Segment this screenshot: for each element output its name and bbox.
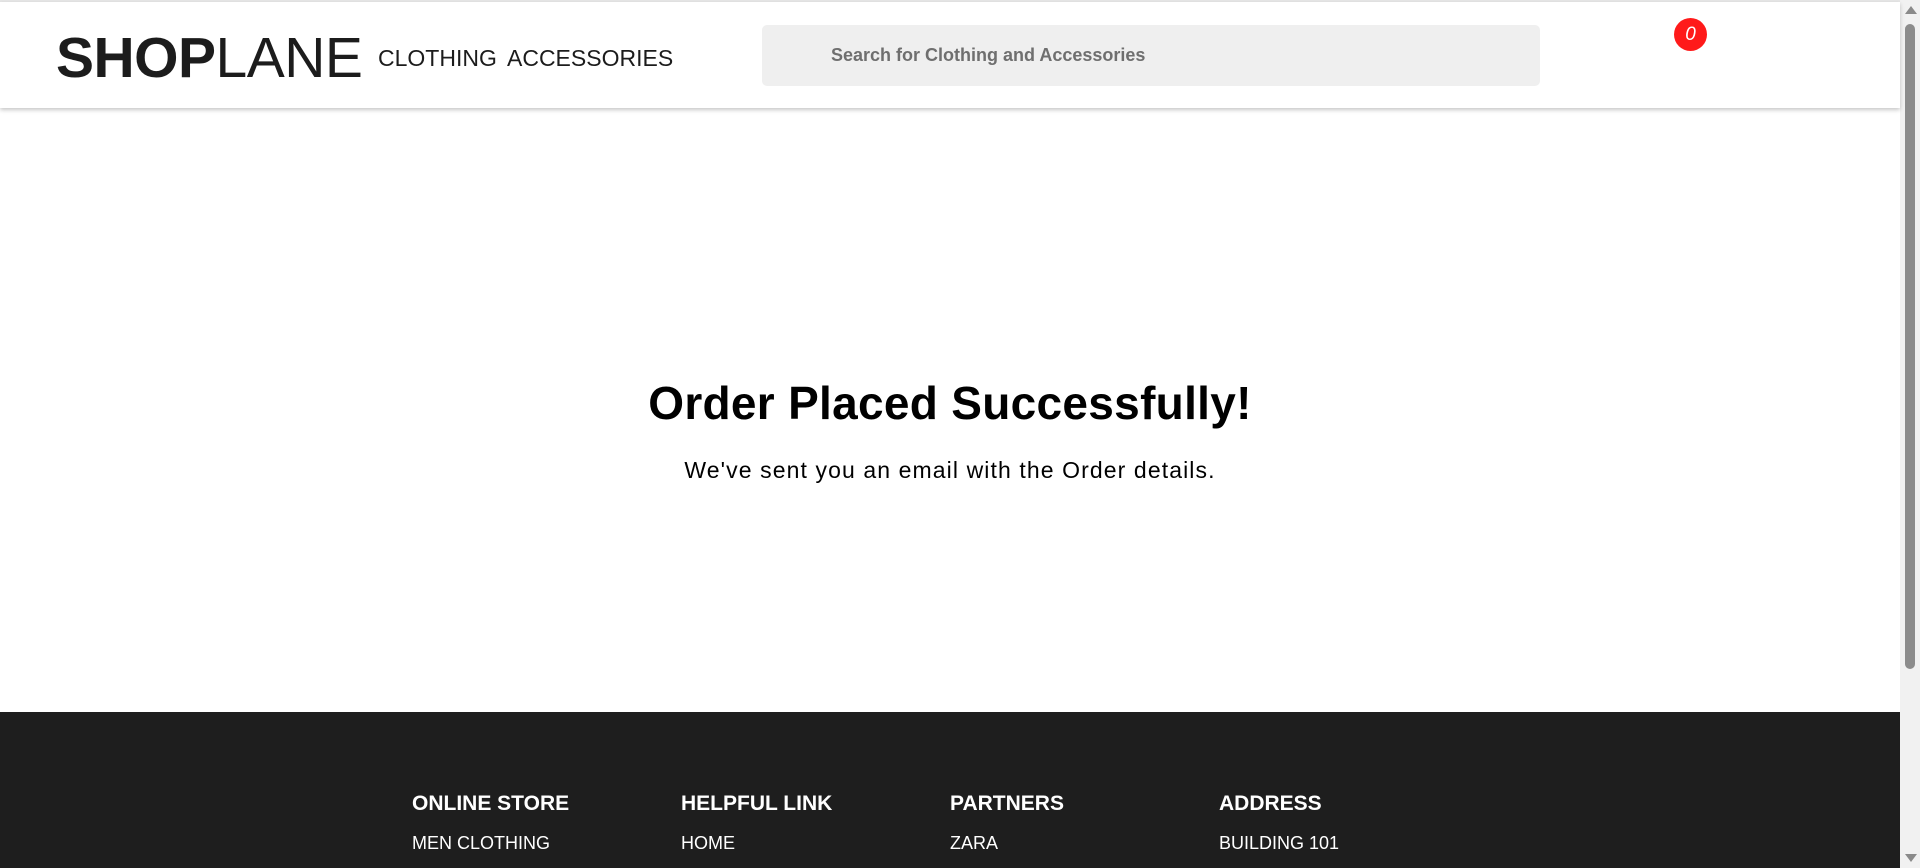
footer-heading: ONLINE STORE — [412, 792, 570, 815]
search-input[interactable] — [762, 25, 1540, 86]
logo-light-text: LANE — [215, 26, 363, 90]
footer-address-line: BUILDING 101 — [1219, 833, 1340, 853]
shoplane-logo[interactable]: SHOPLANE — [56, 24, 363, 92]
footer-heading: HELPFUL LINK — [681, 792, 833, 815]
footer-link-men-clothing[interactable]: MEN CLOTHING — [412, 832, 569, 854]
logo-bold-text: SHOP — [56, 26, 216, 90]
site-header: SHOPLANE CLOTHING ACCESSORIES 0 — [0, 2, 1900, 108]
nav-clothing-link[interactable]: CLOTHING — [378, 44, 497, 72]
confirmation-message: We've sent you an email with the Order d… — [684, 457, 1216, 483]
confirmation-title: Order Placed Successfully! — [648, 377, 1252, 429]
scroll-down-arrow-icon[interactable] — [1905, 854, 1917, 862]
scroll-up-arrow-icon[interactable] — [1905, 6, 1917, 14]
footer-heading: ADDRESS — [1219, 792, 1322, 815]
footer-column-address: ADDRESS BUILDING 101 — [1219, 792, 1339, 854]
footer-link-home[interactable]: HOME — [681, 832, 832, 854]
cart-count-badge: 0 — [1674, 18, 1707, 51]
footer-column-helpful-link: HELPFUL LINK HOME — [681, 792, 832, 854]
site-footer: ONLINE STORE MEN CLOTHING HELPFUL LINK H… — [0, 712, 1900, 868]
footer-link-zara[interactable]: ZARA — [950, 832, 1064, 854]
footer-heading: PARTNERS — [950, 792, 1064, 815]
footer-column-online-store: ONLINE STORE MEN CLOTHING — [412, 792, 569, 854]
cart-button[interactable]: 0 — [1660, 16, 1710, 60]
footer-column-partners: PARTNERS ZARA — [950, 792, 1064, 854]
nav-accessories-link[interactable]: ACCESSORIES — [507, 44, 673, 72]
page-scrollbar[interactable] — [1900, 0, 1920, 868]
search-bar — [762, 25, 1540, 86]
order-confirmation: Order Placed Successfully! We've sent yo… — [0, 108, 1900, 712]
scrollbar-thumb[interactable] — [1905, 24, 1915, 669]
